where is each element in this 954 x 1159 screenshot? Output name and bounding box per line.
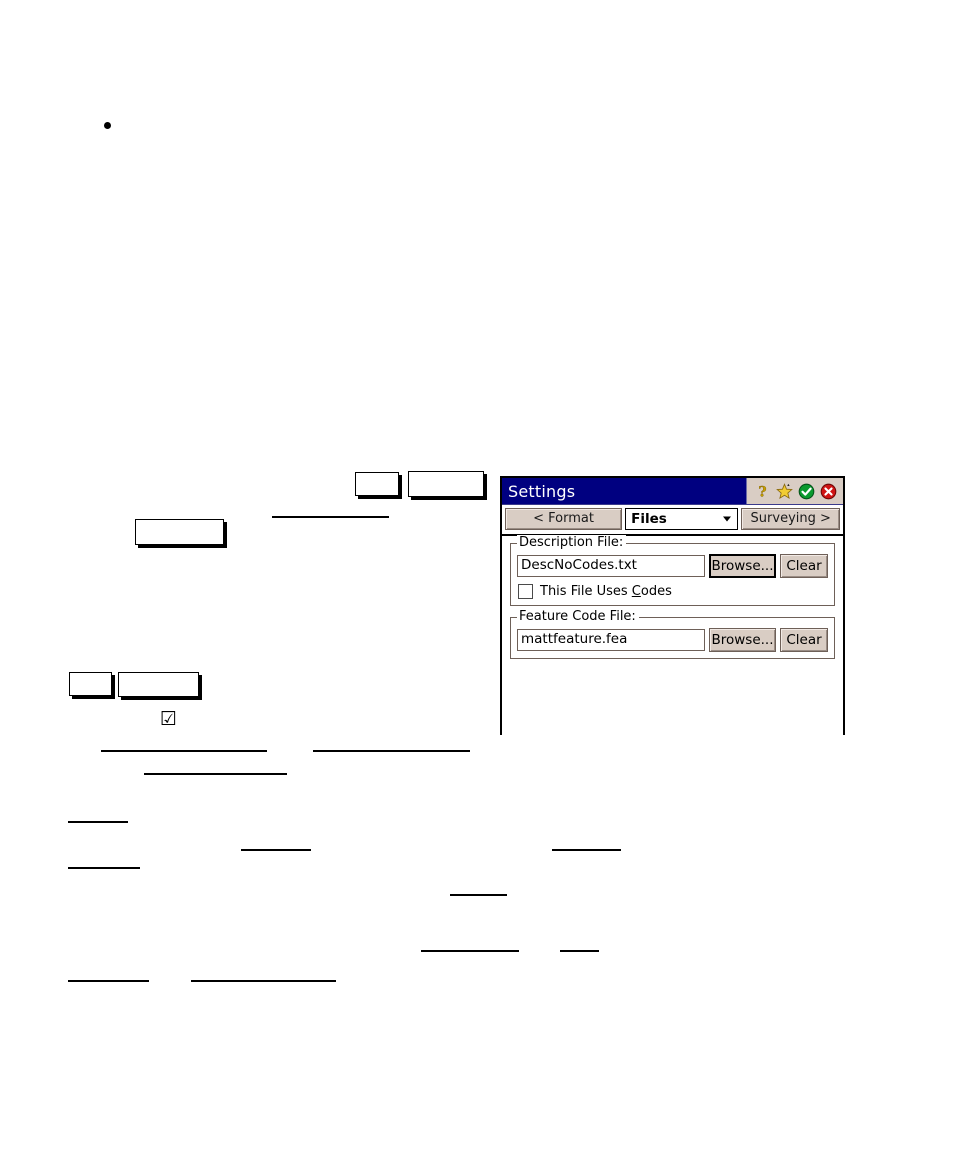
link-underline [552,849,621,851]
feature-code-file-clear-button[interactable]: Clear [780,628,828,652]
feature-code-file-browse-button[interactable]: Browse... [709,628,776,652]
uses-codes-checkbox[interactable] [518,584,533,599]
link-underline [191,980,336,982]
uses-codes-label-text: This File Uses [540,584,632,599]
blank-box [118,672,199,697]
description-file-browse-button[interactable]: Browse... [709,554,776,578]
link-underline [241,849,311,851]
dialog-titlebar: Settings ? [502,478,843,505]
link-underline [68,867,140,869]
prev-page-button[interactable]: < Format [505,508,623,530]
description-file-group-title: Description File: [517,535,627,550]
page-selector-value: Files [631,511,667,527]
document-page: ☑ Settings ? < Format Files Surveying > … [0,0,954,1159]
bullet-marker [104,122,111,129]
ok-check-icon[interactable] [798,483,815,500]
close-x-icon[interactable] [820,483,837,500]
link-underline [101,750,267,752]
blank-box [408,471,484,497]
link-underline [144,773,287,775]
link-underline [272,516,389,518]
uses-codes-label-tail: odes [640,584,672,599]
favorites-star-icon[interactable] [776,482,793,500]
blank-box [135,519,224,545]
checked-checkbox-glyph: ☑ [160,708,178,730]
link-underline [313,750,470,752]
help-icon[interactable]: ? [754,483,771,500]
blank-box [69,672,112,696]
uses-codes-checkbox-row[interactable]: This File Uses Codes [517,584,828,599]
feature-code-file-group: Feature Code File: mattfeature.fea Brows… [510,609,835,659]
page-selector-dropdown[interactable]: Files [625,508,739,530]
description-file-group: Description File: DescNoCodes.txt Browse… [510,535,835,606]
link-underline [421,950,519,952]
uses-codes-accelerator: C [631,584,641,599]
blank-box [355,472,399,496]
uses-codes-label: This File Uses Codes [540,584,672,599]
dialog-body: Description File: DescNoCodes.txt Browse… [502,535,843,735]
feature-code-file-input[interactable]: mattfeature.fea [517,629,705,651]
next-page-button[interactable]: Surveying > [741,508,840,530]
link-underline [68,980,149,982]
settings-dialog: Settings ? < Format Files Surveying > De… [500,476,845,735]
dialog-toolbar: < Format Files Surveying > [502,505,843,536]
link-underline [450,894,507,896]
description-file-clear-button[interactable]: Clear [780,554,828,578]
chevron-down-icon [723,516,732,522]
feature-code-file-row: mattfeature.fea Browse... Clear [517,628,828,652]
dialog-title: Settings [508,481,576,501]
link-underline [68,821,128,823]
description-file-input[interactable]: DescNoCodes.txt [517,555,705,577]
description-file-row: DescNoCodes.txt Browse... Clear [517,554,828,578]
svg-text:?: ? [758,484,766,500]
titlebar-icon-group: ? [746,478,843,504]
feature-code-file-group-title: Feature Code File: [517,609,639,624]
link-underline [560,950,599,952]
